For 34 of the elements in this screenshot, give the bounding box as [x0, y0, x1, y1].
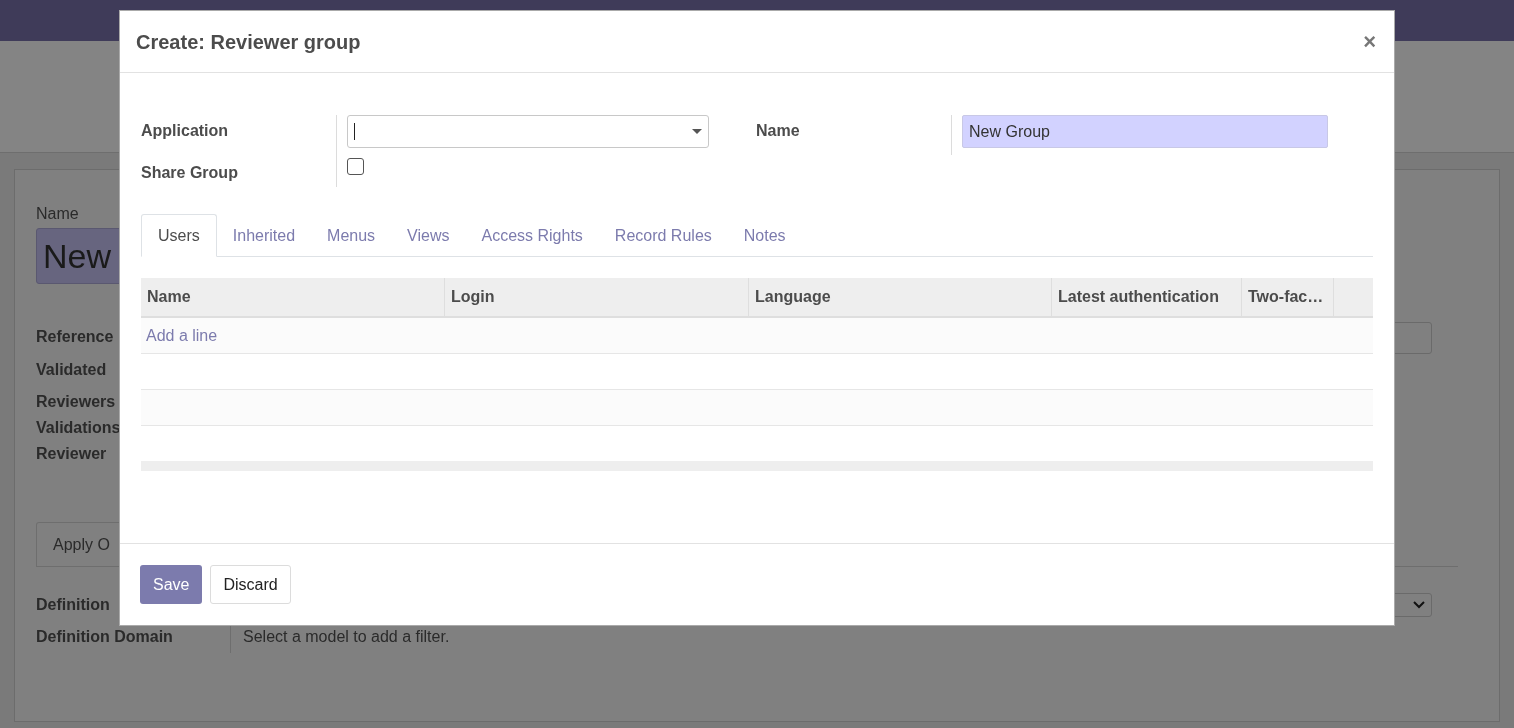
- column-header[interactable]: Two-fac…: [1242, 278, 1334, 316]
- tab[interactable]: Views: [391, 214, 466, 257]
- name-input[interactable]: New Group: [962, 115, 1328, 148]
- save-button[interactable]: Save: [140, 565, 203, 604]
- text-cursor-icon: [354, 123, 355, 140]
- tab[interactable]: Notes: [727, 214, 802, 257]
- field-label: Name: [756, 122, 800, 139]
- field-label: Reviewers: [36, 392, 116, 412]
- tab[interactable]: Inherited: [216, 214, 312, 257]
- field-label: Validations: [36, 418, 121, 438]
- field-label: Definition Domain: [36, 627, 174, 647]
- column-header[interactable]: Login: [445, 278, 749, 316]
- field-label: Reviewer: [36, 444, 107, 464]
- caret-icon: [692, 129, 702, 134]
- tab[interactable]: Users: [141, 214, 217, 257]
- discard-button[interactable]: Discard: [210, 565, 291, 604]
- tab[interactable]: Menus: [311, 214, 392, 257]
- field-label: Validated: [36, 360, 107, 380]
- add-line-link[interactable]: Add a line: [146, 323, 218, 348]
- share-group-checkbox[interactable]: [347, 158, 364, 175]
- field-value: Select a model to add a filter.: [243, 627, 450, 647]
- close-button[interactable]: ×: [1363, 30, 1378, 53]
- field-label: Application: [141, 121, 230, 141]
- field-label: Name: [36, 204, 80, 224]
- column-header[interactable]: Language: [749, 278, 1052, 316]
- column-header[interactable]: Name: [141, 278, 445, 316]
- field-label: Reference: [36, 327, 114, 347]
- dialog-title: Create: Reviewer group: [136, 29, 361, 55]
- column-header[interactable]: Latest authentication: [1052, 278, 1242, 316]
- field-label: Share Group: [141, 163, 239, 183]
- field-label: Definition: [36, 595, 111, 615]
- tab[interactable]: Access Rights: [465, 214, 599, 257]
- chevron-down-icon: [1413, 601, 1425, 609]
- tab[interactable]: Record Rules: [598, 214, 728, 257]
